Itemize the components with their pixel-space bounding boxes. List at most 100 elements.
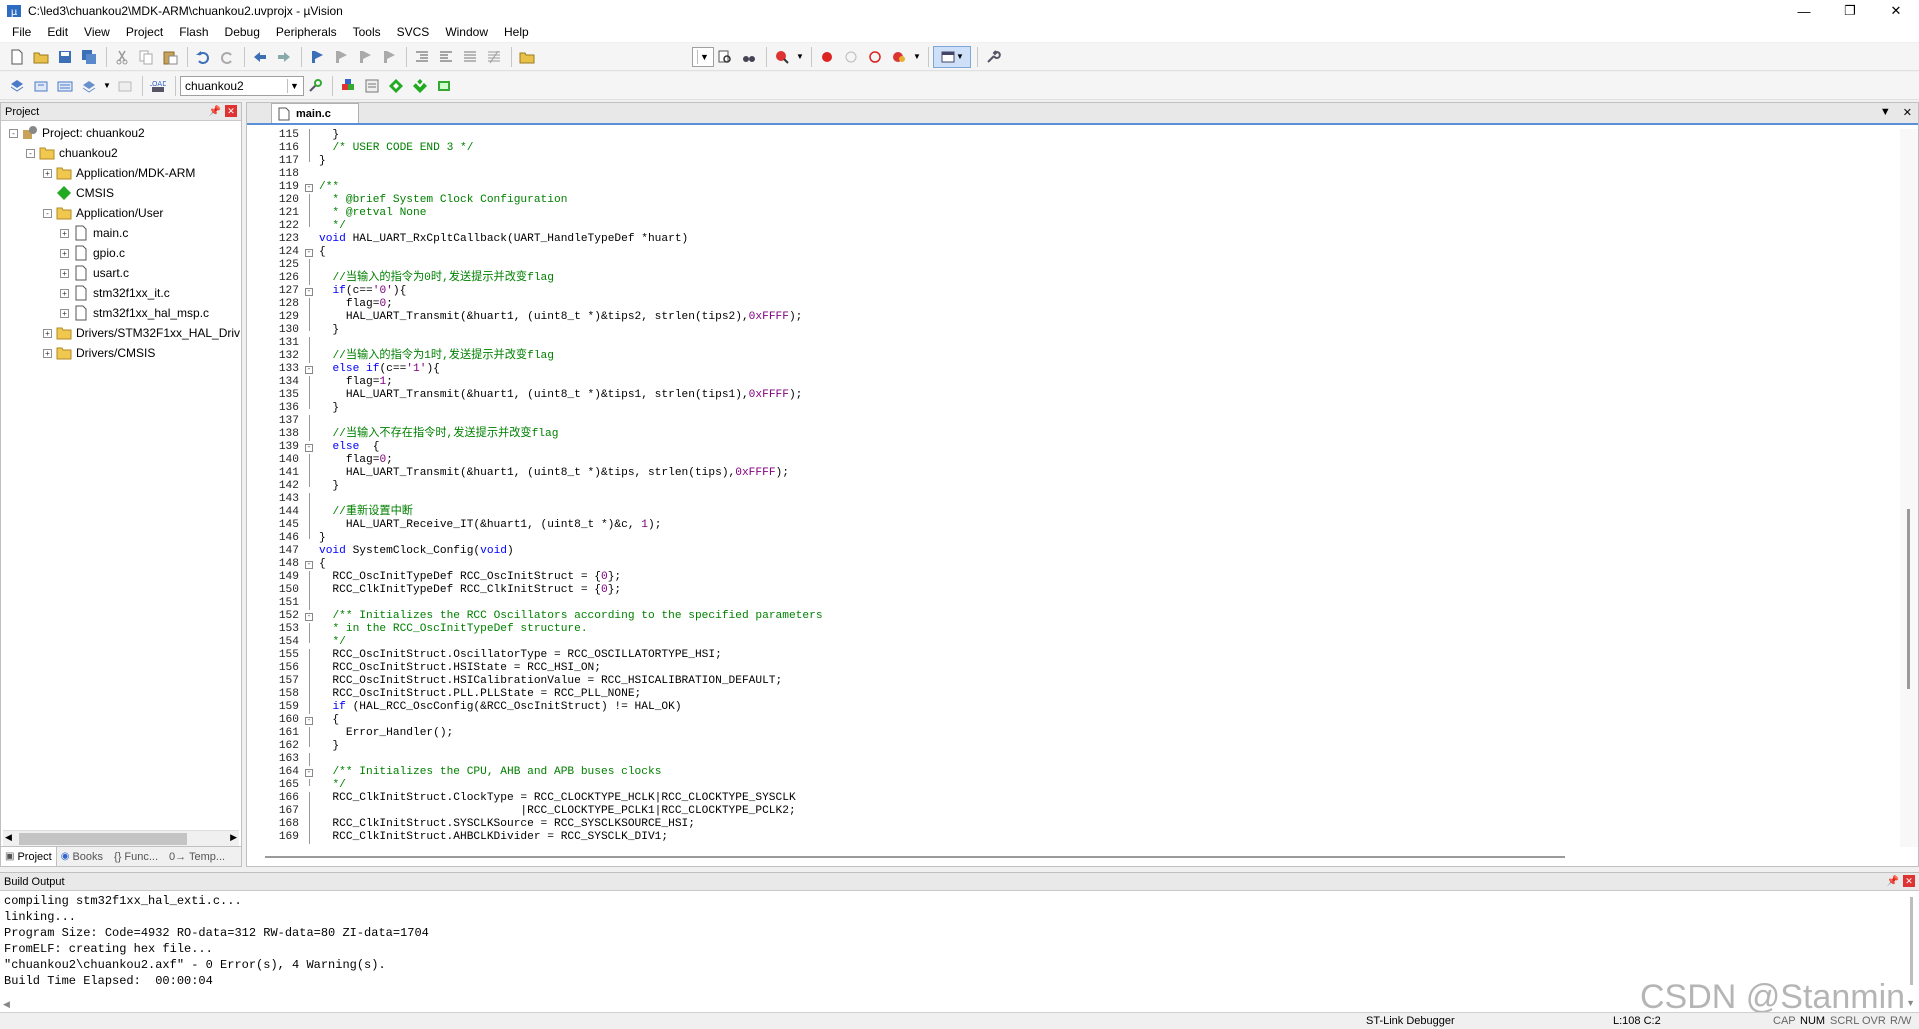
minimize-button[interactable]: — (1781, 0, 1827, 22)
close-tab-icon[interactable]: ✕ (1903, 106, 1912, 119)
tree-item[interactable]: CMSIS (1, 183, 241, 203)
pin-icon[interactable]: 📌 (209, 105, 221, 117)
comment-button[interactable] (459, 46, 481, 68)
redo-button[interactable] (216, 46, 238, 68)
fold-toggle-icon[interactable]: - (303, 285, 315, 298)
tab-func[interactable]: {} Func... (107, 847, 162, 866)
scroll-right-icon[interactable]: ▶ (230, 832, 237, 843)
scroll-left-icon[interactable]: ◀ (5, 832, 12, 843)
expand-icon[interactable]: + (60, 308, 69, 318)
tab-temp[interactable]: 0→ Temp... (162, 847, 229, 866)
menu-file[interactable]: File (4, 25, 39, 39)
batch-build-button[interactable] (78, 75, 100, 97)
maximize-button[interactable]: ❐ (1827, 0, 1873, 22)
fold-toggle-icon[interactable]: - (303, 363, 315, 376)
build-button[interactable] (30, 75, 52, 97)
project-horizontal-scrollbar[interactable]: ◀ ▶ (3, 830, 239, 846)
uncomment-button[interactable] (483, 46, 505, 68)
disable-breakpoints-button[interactable] (864, 46, 886, 68)
fold-toggle-icon[interactable]: - (303, 766, 315, 779)
navigate-back-button[interactable] (249, 46, 271, 68)
cut-button[interactable] (111, 46, 133, 68)
fold-toggle-icon[interactable]: - (303, 181, 315, 194)
download-button[interactable]: LOAD (147, 75, 169, 97)
scroll-down-icon[interactable]: ▼ (1906, 998, 1915, 1008)
menu-edit[interactable]: Edit (39, 25, 76, 39)
navigate-forward-button[interactable] (273, 46, 295, 68)
copy-button[interactable] (135, 46, 157, 68)
collapse-icon[interactable]: - (9, 128, 18, 138)
stop-build-button[interactable] (114, 75, 136, 97)
scrollbar-thumb[interactable] (265, 856, 1565, 858)
menu-help[interactable]: Help (496, 25, 537, 39)
tab-project[interactable]: ▣ Project (1, 847, 57, 866)
tab-books[interactable]: ◉ Books (57, 847, 107, 866)
target-options-button[interactable] (304, 75, 326, 97)
prev-bookmark-button[interactable] (330, 46, 352, 68)
expand-icon[interactable]: + (43, 348, 52, 358)
menu-tools[interactable]: Tools (345, 25, 389, 39)
debug-session-button[interactable] (771, 46, 793, 68)
close-icon[interactable]: ✕ (1903, 875, 1915, 887)
manage-project-items-button[interactable] (337, 75, 359, 97)
paste-button[interactable] (159, 46, 181, 68)
tab-list-dropdown-icon[interactable]: ▼ (1880, 106, 1891, 119)
insert-breakpoint-button[interactable] (816, 46, 838, 68)
collapse-icon[interactable]: - (26, 148, 35, 158)
pack-installer-button[interactable] (433, 75, 455, 97)
menu-svcs[interactable]: SVCS (389, 25, 438, 39)
find-button[interactable] (714, 46, 736, 68)
tree-item[interactable]: + usart.c (1, 263, 241, 283)
fold-toggle-icon[interactable]: - (303, 246, 315, 259)
menu-project[interactable]: Project (118, 25, 171, 39)
unindent-button[interactable] (435, 46, 457, 68)
undo-button[interactable] (192, 46, 214, 68)
scrollbar-thumb[interactable] (19, 833, 187, 845)
window-layout-button[interactable]: ▼ (933, 45, 971, 68)
scrollbar-thumb[interactable] (1907, 509, 1910, 689)
expand-icon[interactable]: + (60, 268, 69, 278)
expand-icon[interactable]: + (60, 248, 69, 258)
new-file-button[interactable] (6, 46, 28, 68)
editor-horizontal-scrollbar[interactable] (265, 850, 1897, 864)
configure-button[interactable] (982, 46, 1004, 68)
tree-item[interactable]: + main.c (1, 223, 241, 243)
tab-main-c[interactable]: main.c (271, 103, 359, 123)
collapse-icon[interactable]: - (43, 208, 52, 218)
scroll-left-icon[interactable]: ◀ (3, 999, 10, 1010)
close-window-button[interactable]: ✕ (1873, 0, 1919, 22)
enable-breakpoint-button[interactable] (840, 46, 862, 68)
expand-icon[interactable]: + (60, 228, 69, 238)
save-all-button[interactable] (78, 46, 100, 68)
tree-item[interactable]: - chuankou2 (1, 143, 241, 163)
editor-vertical-scrollbar[interactable] (1900, 129, 1918, 847)
next-bookmark-button[interactable] (354, 46, 376, 68)
kill-breakpoints-button[interactable] (888, 46, 910, 68)
open-file-button[interactable] (30, 46, 52, 68)
file-extensions-button[interactable] (361, 75, 383, 97)
find-in-files-button[interactable] (516, 46, 538, 68)
menu-peripherals[interactable]: Peripherals (268, 25, 345, 39)
tree-item[interactable]: - Project: chuankou2 (1, 123, 241, 143)
tree-item[interactable]: + Drivers/STM32F1xx_HAL_Driv (1, 323, 241, 343)
translate-button[interactable] (6, 75, 28, 97)
menu-window[interactable]: Window (437, 25, 496, 39)
bookmark-button[interactable] (306, 46, 328, 68)
menu-view[interactable]: View (76, 25, 118, 39)
tree-item[interactable]: + stm32f1xx_hal_msp.c (1, 303, 241, 323)
select-packs-button[interactable] (385, 75, 407, 97)
rebuild-button[interactable] (54, 75, 76, 97)
fold-toggle-icon[interactable]: - (303, 558, 315, 571)
fold-toggle-icon[interactable]: - (303, 714, 315, 727)
clear-bookmarks-button[interactable] (378, 46, 400, 68)
pin-icon[interactable]: 📌 (1887, 875, 1899, 887)
tree-item[interactable]: - Application/User (1, 203, 241, 223)
expand-icon[interactable]: + (43, 328, 52, 338)
expand-icon[interactable]: + (60, 288, 69, 298)
tree-item[interactable]: + Drivers/CMSIS (1, 343, 241, 363)
expand-icon[interactable]: + (43, 168, 52, 178)
menu-debug[interactable]: Debug (217, 25, 268, 39)
fold-toggle-icon[interactable]: - (303, 441, 315, 454)
tree-item[interactable]: + stm32f1xx_it.c (1, 283, 241, 303)
batch-build-dropdown[interactable]: ▼ (102, 75, 112, 97)
